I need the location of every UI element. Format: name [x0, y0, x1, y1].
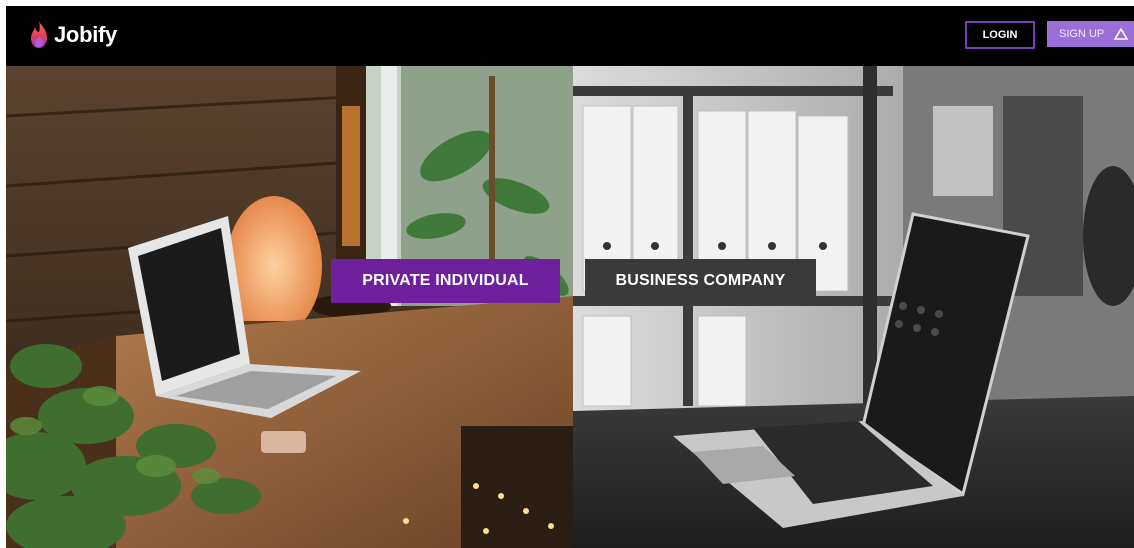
desk-photo-illustration [6, 66, 573, 548]
app-frame: Jobify LOGIN SIGN UP PRIVATE INDIVIDUAL … [6, 6, 1134, 548]
private-individual-hero-image [6, 66, 573, 548]
brand-name: Jobify [54, 22, 117, 47]
signup-label: SIGN UP [1059, 28, 1105, 40]
private-individual-button[interactable]: PRIVATE INDIVIDUAL [331, 259, 560, 303]
top-navbar: Jobify LOGIN SIGN UP [6, 6, 1134, 66]
triangle-icon [1114, 28, 1129, 40]
business-company-button[interactable]: BUSINESS COMPANY [585, 259, 816, 303]
login-button[interactable]: LOGIN [965, 21, 1035, 49]
business-company-hero-image [573, 66, 1134, 548]
signup-button[interactable]: SIGN UP [1047, 21, 1134, 47]
brand-logo-link[interactable]: Jobify [28, 18, 117, 52]
office-photo-illustration [573, 66, 1134, 548]
flame-icon [31, 21, 47, 48]
